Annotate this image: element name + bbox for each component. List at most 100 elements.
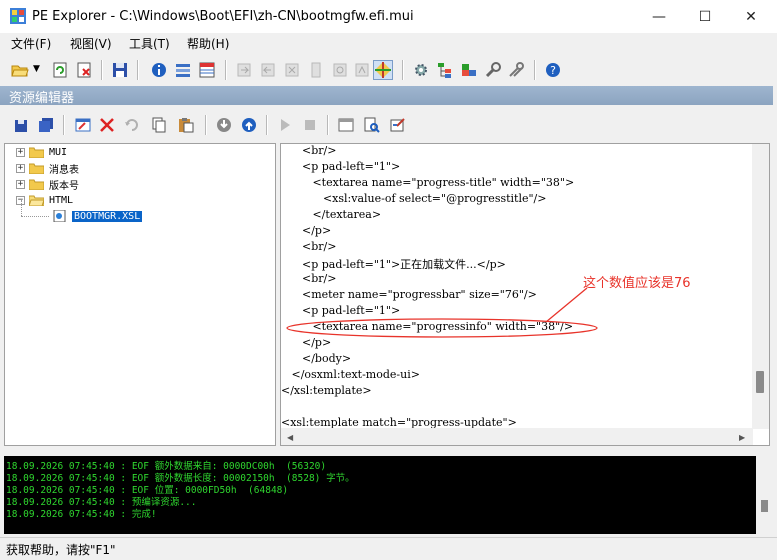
relocations-button[interactable] — [330, 60, 350, 80]
paste-resource-button[interactable] — [176, 115, 196, 135]
sections-icon — [462, 64, 476, 76]
help-button[interactable]: ? — [543, 60, 563, 80]
tree-item-label: BOOTMGR.XSL — [72, 210, 143, 222]
dependency-button[interactable] — [306, 60, 326, 80]
log-vertical-scrollbar[interactable] — [756, 456, 773, 534]
tree-expander[interactable]: + — [16, 179, 25, 189]
log-line: 18.09.2026 07:45:40 : 完成! — [6, 509, 157, 520]
disassembler-button[interactable] — [411, 60, 431, 80]
toolbar-separator — [63, 115, 65, 135]
annotation-text: 这个数值应该是76 — [583, 276, 691, 291]
find-resource-button[interactable] — [362, 115, 382, 135]
log-panel: 18.09.2026 07:45:40 : EOF 额外数据来自: 0000DC… — [4, 456, 756, 534]
delete-resource-button[interactable] — [97, 115, 117, 135]
toolbar-separator — [327, 115, 329, 135]
minimize-button[interactable]: — — [636, 0, 682, 33]
debug-button[interactable] — [352, 60, 372, 80]
window-title: PE Explorer - C:\Windows\Boot\EFI\zh-CN\… — [32, 9, 414, 24]
data-directories-button[interactable] — [173, 60, 193, 80]
tools-icon — [509, 62, 524, 77]
plugins-button[interactable] — [506, 60, 526, 80]
exports-button[interactable] — [234, 60, 254, 80]
download-circle-icon — [217, 118, 231, 132]
toolbar-separator — [101, 60, 103, 80]
menu-tools[interactable]: 工具(T) — [129, 35, 170, 52]
tree-item-label: HTML — [49, 194, 74, 206]
svg-text:?: ? — [550, 64, 556, 77]
quick-tune-button[interactable] — [483, 60, 503, 80]
edit-window-icon — [75, 118, 91, 132]
close-file-icon — [77, 62, 91, 78]
menu-file[interactable]: 文件(F) — [11, 35, 51, 52]
folder-icon — [29, 163, 44, 174]
edit-resource-button[interactable] — [73, 115, 93, 135]
save-all-resources-button[interactable] — [36, 115, 56, 135]
extract-resource-button[interactable] — [214, 115, 234, 135]
help-question-icon: ? — [546, 63, 560, 77]
open-folder-icon — [11, 65, 29, 77]
open-file-button[interactable] — [10, 60, 30, 80]
reload-icon — [53, 62, 67, 78]
code-editor[interactable]: <br/> <p pad-left="1"> <textarea name="p… — [280, 143, 770, 446]
resource-properties-button[interactable] — [388, 115, 408, 135]
upload-circle-icon — [242, 118, 256, 132]
toolbar-separator — [137, 60, 139, 80]
toolbar-separator — [402, 60, 404, 80]
resource-editor-icon — [375, 62, 391, 78]
table-icon — [199, 62, 215, 78]
html-file-icon — [53, 210, 66, 222]
dependency-icon — [311, 62, 321, 78]
save-button[interactable] — [110, 60, 130, 80]
tree-item-bootmgr-xsl[interactable]: BOOTMGR.XSL — [52, 208, 143, 224]
toolbar-separator — [534, 60, 536, 80]
stop-preview-button[interactable] — [300, 115, 320, 135]
open-folder-icon — [29, 195, 44, 206]
tree-item-version[interactable]: + 版本号 — [16, 176, 79, 192]
scroll-thumb[interactable] — [761, 500, 768, 512]
maximize-button[interactable]: ☐ — [682, 0, 728, 33]
tree-expander[interactable]: + — [16, 163, 25, 173]
dependency-scanner-button[interactable] — [435, 60, 455, 80]
delay-import-icon — [285, 63, 299, 77]
run-preview-button[interactable] — [275, 115, 295, 135]
tree-expander[interactable]: + — [16, 147, 25, 157]
wrench-icon — [485, 62, 501, 78]
section-editor-button[interactable] — [459, 60, 479, 80]
pe-explorer-app-icon — [10, 8, 26, 24]
tree-item-mui[interactable]: + MUI — [16, 144, 67, 160]
tree-item-message-table[interactable]: + 消息表 — [16, 160, 79, 176]
tree-item-label: 版本号 — [49, 180, 79, 192]
copy-icon — [152, 117, 166, 133]
close-button[interactable]: ✕ — [728, 0, 774, 33]
menu-help[interactable]: 帮助(H) — [187, 35, 229, 52]
play-icon — [281, 119, 290, 131]
undo-button[interactable] — [122, 115, 142, 135]
toolbar-separator — [205, 115, 207, 135]
save-resource-button[interactable] — [12, 115, 32, 135]
menu-view[interactable]: 视图(V) — [70, 35, 112, 52]
headers-info-button[interactable] — [149, 60, 169, 80]
resource-editor-button[interactable] — [373, 60, 393, 80]
folder-icon — [29, 147, 44, 158]
search-document-icon — [364, 117, 380, 133]
delete-x-icon — [100, 118, 114, 132]
toolbar-separator — [266, 115, 268, 135]
open-dropdown-arrow-icon[interactable]: ▼ — [33, 64, 40, 74]
info-icon — [152, 63, 166, 77]
properties-icon — [390, 118, 405, 132]
copy-resource-button[interactable] — [149, 115, 169, 135]
export-icon — [237, 63, 251, 77]
gear-icon — [415, 64, 427, 76]
imports-button[interactable] — [258, 60, 278, 80]
delay-imports-button[interactable] — [282, 60, 302, 80]
reload-button[interactable] — [50, 60, 70, 80]
section-headers-button[interactable] — [197, 60, 217, 80]
status-bar: 获取帮助，请按"F1" — [0, 537, 777, 560]
tree-connector — [21, 200, 23, 216]
view-resource-button[interactable] — [336, 115, 356, 135]
tree-item-html[interactable]: − HTML — [16, 192, 73, 208]
undo-icon — [125, 119, 138, 131]
import-resource-button[interactable] — [239, 115, 259, 135]
menu-bar: 文件(F) 视图(V) 工具(T) 帮助(H) — [0, 33, 777, 53]
close-file-button[interactable] — [74, 60, 94, 80]
